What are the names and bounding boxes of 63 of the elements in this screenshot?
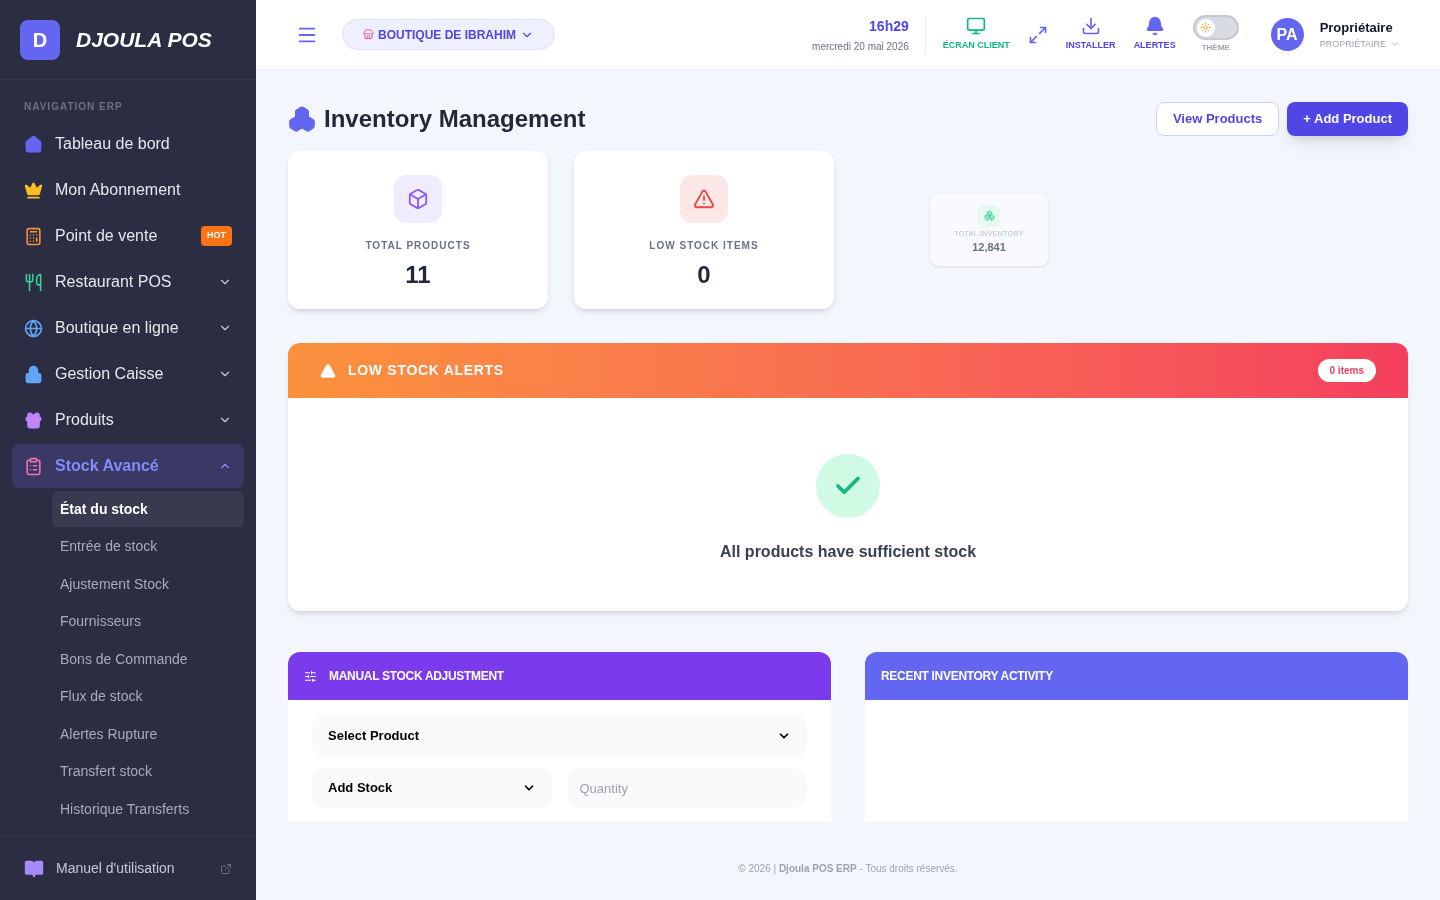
nav-subitem[interactable]: État du stock <box>52 491 244 527</box>
download-icon <box>1080 16 1101 37</box>
product-select[interactable]: Select Product <box>312 716 807 756</box>
manual-link[interactable]: Manuel d'utilisation <box>56 858 208 879</box>
stat-value: 0 <box>697 260 711 290</box>
brand-name: DJOULA POS <box>76 26 212 53</box>
view-products-button[interactable]: View Products <box>1155 102 1280 136</box>
cube-icon <box>407 188 429 210</box>
toolbar-action[interactable]: ALERTES <box>1132 16 1177 53</box>
panel-title: MANUAL STOCK ADJUSTMENT <box>329 668 504 685</box>
nav-item[interactable]: Restaurant POS <box>12 260 244 304</box>
nav-item[interactable]: Tableau de bord <box>12 122 244 166</box>
nav-subitem[interactable]: Bons de Commande <box>52 641 244 677</box>
stat-label: LOW STOCK ITEMS <box>649 239 759 253</box>
type-select[interactable]: Add Stock <box>312 768 552 808</box>
nav-item[interactable]: Stock Avancé <box>12 444 244 488</box>
nav-subitem[interactable]: Historique Transferts <box>52 791 244 827</box>
nav-item[interactable]: Produits <box>12 398 244 442</box>
warning-icon <box>320 362 336 379</box>
clock-date: mercredi 20 mai 2026 <box>812 39 909 54</box>
expand-icon <box>1027 24 1048 45</box>
hot-badge: HOT <box>201 226 232 246</box>
user-name: Propriétaire <box>1319 19 1394 37</box>
nav-item[interactable]: Mon Abonnement <box>12 168 244 212</box>
boxes-icon <box>288 105 316 133</box>
footer-text: © 2026 | Djoula POS ERP - Tous droits réservés. <box>738 861 958 876</box>
stat-label: TOTAL PRODUCTS <box>365 239 471 253</box>
theme-toggle[interactable] <box>1192 15 1239 40</box>
sun-icon <box>1200 22 1212 33</box>
nav-subitem[interactable]: Alertes Rupture <box>52 716 244 752</box>
nav-item[interactable]: Point de vente HOT <box>12 214 244 258</box>
user-avatar[interactable]: PA <box>1270 18 1304 51</box>
nav-item[interactable]: Gestion Caisse <box>12 352 244 396</box>
boxes-icon <box>983 210 995 221</box>
warning-icon <box>693 188 715 210</box>
nav-subitem[interactable]: Flux de stock <box>52 678 244 715</box>
nav-subitem[interactable]: Ajustement Stock <box>52 566 244 602</box>
count-badge: 0 items <box>1317 359 1376 382</box>
book-icon <box>24 858 44 879</box>
stat-value: 11 <box>405 260 431 290</box>
store-icon <box>363 29 374 40</box>
external-link-icon <box>220 862 232 875</box>
page-title: Inventory Management <box>324 104 586 134</box>
panel-title: LOW STOCK ALERTS <box>348 361 505 380</box>
clock-time: 16h29 <box>869 16 909 36</box>
nav-subitem[interactable]: Fournisseurs <box>52 603 244 640</box>
theme-label: THÈME <box>1201 42 1230 54</box>
add-product-button[interactable]: + Add Product <box>1287 102 1408 136</box>
nav-section-label: NAVIGATION ERP <box>23 100 124 114</box>
panel-title: RECENT INVENTORY ACTIVITY <box>881 668 1053 685</box>
logo-mark: D <box>20 19 60 60</box>
stat-value: 12,841 <box>972 240 1006 255</box>
quantity-field[interactable]: Quantity <box>567 768 807 808</box>
nav-item[interactable]: Boutique en ligne <box>12 306 244 350</box>
empty-message: All products have sufficient stock <box>719 542 977 562</box>
toolbar-action[interactable]: INSTALLER <box>1064 16 1117 53</box>
bell-icon <box>1144 16 1165 37</box>
user-role: PROPRIÉTAIRE <box>1319 37 1386 51</box>
monitor-icon <box>966 16 987 37</box>
nav-subitem[interactable]: Transfert stock <box>52 753 244 790</box>
store-selector[interactable]: BOUTIQUE DE IBRAHIM <box>342 19 555 50</box>
sliders-icon <box>304 669 317 683</box>
nav-subitem[interactable]: Entrée de stock <box>52 528 244 565</box>
